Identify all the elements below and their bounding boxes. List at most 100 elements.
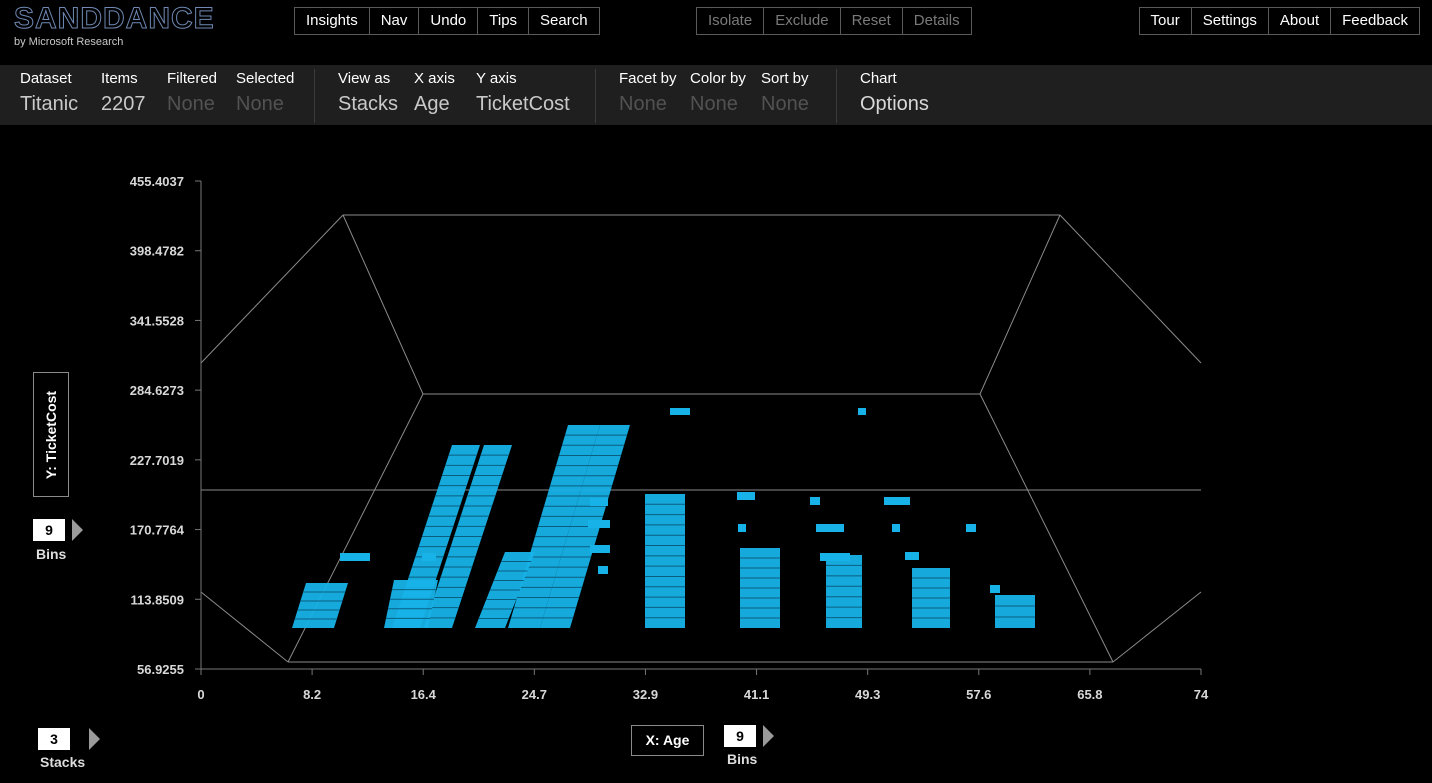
settings-button[interactable]: Settings [1192,8,1269,34]
y-tick-label: 170.7764 [130,523,185,538]
y-tick-label: 227.7019 [130,453,184,468]
exclude-button[interactable]: Exclude [764,8,841,34]
data-block [670,408,690,415]
chart-axes [195,180,1202,675]
info-separator [836,69,837,123]
toolbar-right: Tour Settings About Feedback [1138,7,1420,35]
top-bar: SANDDANCE by Microsoft Research Insights… [0,0,1432,65]
x-axis-selector[interactable]: X: Age [631,725,704,756]
view-as-field[interactable]: View as Stacks [338,70,398,118]
y-axis-title: Y: TicketCost [43,390,59,479]
logo-subtitle: by Microsoft Research [14,36,124,48]
data-stack [826,555,862,628]
x-tick-label: 49.3 [855,687,880,702]
x-tick-label: 8.2 [303,687,321,702]
tips-button[interactable]: Tips [478,8,530,34]
y-bins-arrow-icon[interactable] [72,519,83,541]
frame-line [1112,591,1202,663]
x-axis-label: X axis [414,70,455,87]
insights-button[interactable]: Insights [295,8,370,34]
sort-by-field[interactable]: Sort by None [761,70,809,118]
isolate-button[interactable]: Isolate [697,8,765,34]
data-stack [995,595,1035,628]
undo-button[interactable]: Undo [419,8,479,34]
facet-by-value: None [619,93,667,115]
toolbar-left: Insights Nav Undo Tips Search [294,7,600,35]
chart-options-value: Options [860,93,929,115]
x-axis-field[interactable]: X axis Age [414,70,455,118]
filtered-field: Filtered None [167,70,217,118]
y-tick-labels: 56.9255 113.8509 170.7764 227.7019 284.6273 3… [130,174,185,677]
y-tick-label: 398.4782 [130,244,184,259]
toolbar-center: Isolate Exclude Reset Details [696,7,972,35]
items-field: Items 2207 [101,70,146,118]
stacks-arrow-icon[interactable] [89,728,100,750]
y-tick-label: 284.6273 [130,383,184,398]
filtered-label: Filtered [167,70,218,87]
x-bins-input[interactable]: 9 [724,725,756,747]
x-bins-arrow-icon[interactable] [763,725,774,747]
data-block [905,552,919,560]
feedback-button[interactable]: Feedback [1331,8,1419,34]
data-stack [645,494,685,628]
frame-line [200,214,344,364]
frame-line [342,214,424,395]
y-bins-input[interactable]: 9 [33,519,65,541]
y-axis-field[interactable]: Y axis TicketCost [476,70,570,118]
data-block [590,545,610,553]
filtered-value: None [167,93,215,115]
dataset-value: Titanic [20,93,79,115]
stacks-input[interactable]: 3 [38,728,70,750]
color-by-label: Color by [690,70,746,87]
x-tick-label: 74 [1194,687,1209,702]
info-bar: Dataset Titanic Items 2207 Filtered None… [0,65,1432,125]
tour-button[interactable]: Tour [1140,8,1192,34]
stack-face [292,583,348,628]
x-tick-label: 41.1 [744,687,769,702]
y-axis-label: Y axis [476,70,517,87]
data-stack [292,583,348,628]
sort-by-label: Sort by [761,70,809,87]
about-button[interactable]: About [1269,8,1332,34]
data-block [810,497,820,505]
y-tick-label: 455.4037 [130,174,184,189]
y-bins-label: Bins [36,546,67,562]
logo-title: SANDDANCE [14,2,215,35]
dataset-label: Dataset [20,70,72,87]
data-block [884,497,910,505]
data-block [858,408,866,415]
view-as-label: View as [338,70,391,87]
info-separator [314,69,315,123]
details-button[interactable]: Details [903,8,971,34]
reset-button[interactable]: Reset [841,8,903,34]
data-block [340,553,370,561]
facet-by-label: Facet by [619,70,677,87]
frame-line [979,214,1061,395]
nav-button[interactable]: Nav [370,8,420,34]
stacks-label: Stacks [40,754,86,770]
data-stacks[interactable] [292,408,1035,628]
y-axis-value: TicketCost [476,93,570,115]
dataset-field[interactable]: Dataset Titanic [20,70,78,118]
chart-options-field[interactable]: Chart Options [860,70,929,118]
data-block [966,524,976,532]
data-block [816,524,844,532]
sort-by-value: None [761,93,809,115]
y-axis-selector[interactable]: Y: TicketCost [33,372,69,497]
chart-canvas[interactable]: 56.9255 113.8509 170.7764 227.7019 284.6273 3… [0,125,1432,783]
x-tick-label: 24.7 [522,687,547,702]
x-tick-label: 16.4 [411,687,437,702]
color-by-field[interactable]: Color by None [690,70,746,118]
facet-by-field[interactable]: Facet by None [619,70,677,118]
x-tick-label: 65.8 [1077,687,1102,702]
stack-face [645,494,685,628]
perspective-frame [200,214,1202,663]
y-tick-label: 341.5528 [130,313,184,328]
info-separator [595,69,596,123]
app-logo: SANDDANCE by Microsoft Research [14,2,215,48]
data-block [990,585,1000,593]
x-axis-value: Age [414,93,450,115]
frame-line [200,591,289,663]
search-button[interactable]: Search [529,8,599,34]
chart-label: Chart [860,70,897,87]
